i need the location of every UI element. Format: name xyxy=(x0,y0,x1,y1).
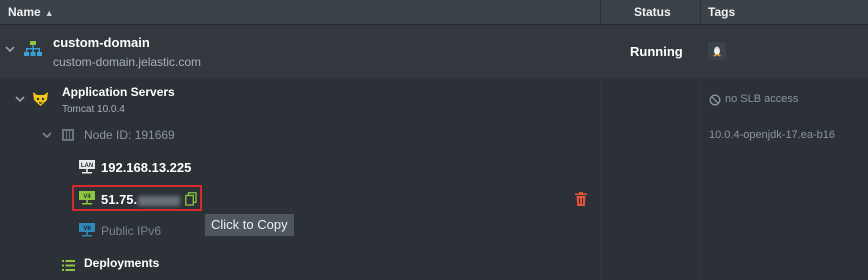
node-icon xyxy=(62,128,74,146)
environment-domain-link[interactable]: custom-domain.jelastic.com xyxy=(53,55,201,69)
environment-topology-icon xyxy=(24,40,42,63)
node-id-label[interactable]: Node ID: 191669 xyxy=(84,128,175,142)
linux-icon xyxy=(708,42,726,60)
delete-icon[interactable] xyxy=(575,192,587,211)
application-servers-version: Tomcat 10.0.4 xyxy=(62,104,125,115)
svg-text:LAN: LAN xyxy=(81,163,93,169)
table-header: Name ▲ Status Tags xyxy=(0,0,868,25)
node-version-tag: 10.0.4-openjdk-17.ea-b16 xyxy=(709,129,835,141)
public-ipv6-label[interactable]: Public IPv6 xyxy=(101,224,161,238)
name-header-label: Name xyxy=(8,5,41,19)
environment-row[interactable] xyxy=(0,25,868,78)
slb-access-tag: no SLB access xyxy=(725,93,799,105)
column-divider xyxy=(600,0,601,24)
ipv6-icon: V6 xyxy=(79,223,95,242)
status-column-header[interactable]: Status xyxy=(634,0,671,24)
ipv4-highlight-box xyxy=(72,185,202,211)
lan-ip-address[interactable]: 192.168.13.225 xyxy=(101,160,191,175)
sort-asc-icon: ▲ xyxy=(44,8,54,18)
chevron-down-icon[interactable] xyxy=(5,45,15,56)
deployments-label[interactable]: Deployments xyxy=(84,256,159,270)
lan-ip-icon: LAN xyxy=(79,160,95,179)
chevron-down-icon[interactable] xyxy=(15,95,25,106)
copy-tooltip: Click to Copy xyxy=(205,214,294,236)
column-divider xyxy=(700,0,701,24)
no-access-icon xyxy=(709,93,721,111)
name-column-header[interactable]: Name ▲ xyxy=(8,0,54,24)
tomcat-icon xyxy=(32,90,49,112)
tags-column-header[interactable]: Tags xyxy=(708,0,735,24)
deployments-list-icon xyxy=(62,258,75,276)
environment-status: Running xyxy=(630,44,683,59)
environment-name[interactable]: custom-domain xyxy=(53,35,150,50)
chevron-down-icon[interactable] xyxy=(42,131,52,142)
application-servers-title[interactable]: Application Servers xyxy=(62,85,175,99)
svg-text:V6: V6 xyxy=(83,226,91,232)
